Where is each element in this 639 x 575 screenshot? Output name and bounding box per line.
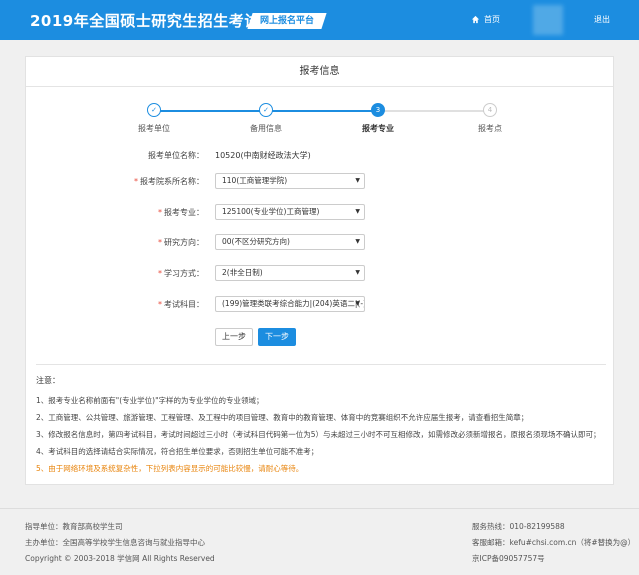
step-1: ✓ 报考单位 <box>114 101 194 134</box>
study-mode-select[interactable]: 2(非全日制) ▼ <box>215 265 365 281</box>
icp-number[interactable]: 京ICP备09057757号 <box>472 553 545 564</box>
guide-unit: 指导单位：教育部高校学生司 <box>25 522 123 531</box>
prev-step-button[interactable]: 上一步 <box>215 328 253 346</box>
unit-value: 10520(中南财经政法大学) <box>215 151 311 160</box>
step-3: 3 报考专业 <box>338 101 418 134</box>
check-icon: ✓ <box>259 103 273 117</box>
next-step-button[interactable]: 下一步 <box>258 328 296 346</box>
note-item: 3、修改报名信息时，第四考试科目，考试时间超过三小时（考试科目代码第一位为5）与… <box>36 430 601 439</box>
step-4: 4 报考点 <box>450 101 530 134</box>
direction-select[interactable]: 00(不区分研究方向) ▼ <box>215 234 365 250</box>
step-2: ✓ 备用信息 <box>226 101 306 134</box>
home-link[interactable]: 首页 <box>471 14 500 25</box>
step-number: 3 <box>371 103 385 117</box>
service-hotline: 服务热线：010-82199588 <box>472 522 565 531</box>
site-title: 2019年全国硕士研究生招生考试 <box>30 12 260 30</box>
dropdown-arrow-icon: ▼ <box>355 177 360 184</box>
host-unit: 主办单位：全国高等学校学生信息咨询与就业指导中心 <box>25 538 205 547</box>
check-icon: ✓ <box>147 103 161 117</box>
dropdown-arrow-icon: ▼ <box>355 300 360 307</box>
step-progress: ✓ 报考单位 ✓ 备用信息 3 报考专业 4 报考点 <box>26 101 615 141</box>
page-footer: 指导单位：教育部高校学生司 主办单位：全国高等学校学生信息咨询与就业指导中心 C… <box>0 508 639 575</box>
logout-link[interactable]: 退出 <box>594 14 610 25</box>
application-info-card: 报考信息 ✓ 报考单位 ✓ 备用信息 3 报考专业 4 报考点 报考单位名称： … <box>25 56 614 485</box>
platform-badge: 网上报名平台 <box>247 13 327 29</box>
notes-title: 注意： <box>36 376 60 385</box>
note-item: 4、考试科目的选择请结合实际情况，符合招生单位要求，否则招生单位可能不准考； <box>36 447 319 456</box>
subjects-select[interactable]: (199)管理类联考综合能力|(204)英语二|(-)无 ▼ <box>215 296 365 312</box>
department-label: * 报考院系所名称： <box>134 177 204 186</box>
direction-row: * 研究方向： 00(不区分研究方向) ▼ <box>26 234 615 252</box>
step-label: 报考点 <box>478 124 502 133</box>
step-number: 4 <box>483 103 497 117</box>
note-item-warning: 5、由于网络环境及系统复杂性，下拉列表内容显示的可能比较慢，请耐心等待。 <box>36 464 304 473</box>
top-header: 2019年全国硕士研究生招生考试 网上报名平台 首页 退出 <box>0 0 639 40</box>
department-select[interactable]: 110(工商管理学院) ▼ <box>215 173 365 189</box>
unit-label: 报考单位名称： <box>148 151 204 160</box>
dropdown-arrow-icon: ▼ <box>355 208 360 215</box>
blurred-user-area <box>533 5 563 35</box>
direction-label: * 研究方向： <box>158 238 204 247</box>
study-mode-row: * 学习方式： 2(非全日制) ▼ <box>26 265 615 283</box>
home-label: 首页 <box>484 15 500 24</box>
note-item: 2、工商管理、公共管理、旅游管理、工程管理、及工程中的项目管理、教育中的教育管理… <box>36 413 529 422</box>
step-label: 备用信息 <box>250 124 282 133</box>
subjects-row: * 考试科目： (199)管理类联考综合能力|(204)英语二|(-)无 ▼ <box>26 296 615 314</box>
major-label: * 报考专业： <box>158 208 204 217</box>
study-mode-label: * 学习方式： <box>158 269 204 278</box>
step-label: 报考专业 <box>362 124 394 133</box>
department-row: * 报考院系所名称： 110(工商管理学院) ▼ <box>26 173 615 191</box>
subjects-label: * 考试科目： <box>158 300 204 309</box>
service-email: 客服邮箱：kefu#chsi.com.cn（将#替换为@） <box>472 538 636 547</box>
major-row: * 报考专业： 125100(专业学位)工商管理) ▼ <box>26 204 615 222</box>
major-select[interactable]: 125100(专业学位)工商管理) ▼ <box>215 204 365 220</box>
card-title: 报考信息 <box>26 57 613 87</box>
note-item: 1、报考专业名称前面有"(专业学位)"字样的为专业学位的专业领域； <box>36 396 264 405</box>
action-buttons: 上一步 下一步 <box>26 328 615 346</box>
dropdown-arrow-icon: ▼ <box>355 238 360 245</box>
home-icon <box>471 15 480 24</box>
step-label: 报考单位 <box>138 124 170 133</box>
notes-section: 注意： 1、报考专业名称前面有"(专业学位)"字样的为专业学位的专业领域； 2、… <box>36 364 606 477</box>
dropdown-arrow-icon: ▼ <box>355 269 360 276</box>
unit-row: 报考单位名称： 10520(中南财经政法大学) <box>26 147 615 165</box>
copyright: Copyright © 2003-2018 学信网 All Rights Res… <box>25 554 215 563</box>
